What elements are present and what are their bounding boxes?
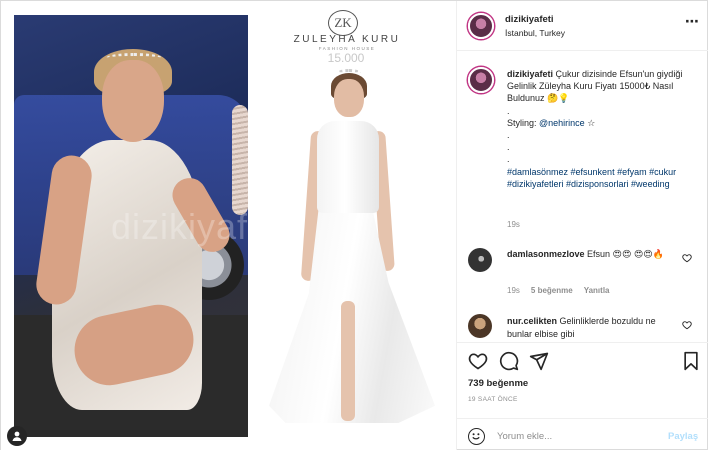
comment-likes[interactable]: 5 beğenme [531,286,573,295]
caption-dot: . [507,142,510,153]
caption-dot: . [507,130,510,141]
styling-mention-link[interactable]: @nehirince [539,118,585,128]
caption-username[interactable]: dizikiyafeti [507,69,553,79]
like-comment-heart-icon[interactable] [682,253,692,266]
hashtags[interactable]: #damlasönmez #efsunkent #efyam #cukur #d… [507,166,702,190]
styling-label: Styling: [507,117,537,128]
avatar[interactable] [468,248,492,272]
caption-timestamp: 19s [507,220,520,229]
like-comment-heart-icon[interactable] [682,320,692,333]
feather-prop [232,105,248,215]
star-icon: ☆ [587,117,596,128]
comment-text: Efsun 😍😍 😍😍🔥 [587,249,664,259]
avatar[interactable] [468,314,492,338]
model-top [317,121,379,213]
post-timestamp: 19 SAAT ÖNCE [468,396,518,403]
watermark: dizikiyafeti [111,206,290,247]
username-link[interactable]: dizikiyafeti [505,14,554,25]
comment-timestamp: 19s [507,286,520,295]
post-panel: dizikiyafeti İstanbul, Turkey ⋯ dizikiya… [456,1,708,450]
emoji-smile-icon[interactable] [468,428,485,445]
face [102,60,164,142]
comment-input[interactable] [497,427,657,445]
model-tiara [337,69,361,77]
avatar[interactable] [468,13,494,39]
price-label: 15.000 [327,51,365,65]
post-media[interactable]: ZK ZULEYHA KURU FASHION HOUSE 15.000 diz… [1,1,456,450]
comment-username[interactable]: damlasonmezlove [507,249,585,259]
post-comment-button[interactable]: Paylaş [668,431,698,442]
post-caption: dizikiyafeti Çukur dizisinde Efsun'un gi… [507,68,702,190]
styling-line: Styling: @nehirince ☆ [507,117,702,129]
post-actions: 739 beğenme 19 SAAT ÖNCE Paylaş [457,342,708,450]
brand-logo-icon: ZK [328,10,358,36]
post-header: dizikiyafeti İstanbul, Turkey ⋯ [457,1,708,51]
add-comment-bar: Paylaş [457,418,708,450]
caption-dot: . [507,154,510,165]
reply-button[interactable]: Yanıtla [584,286,610,295]
comments-section: dizikiyafeti Çukur dizisinde Efsun'un gi… [457,52,708,342]
comment-meta: 19s 5 beğenme Yanıtla [507,286,610,295]
comment: nur.celikten Gelinliklerde bozuldu ne bu… [507,315,677,340]
location-link[interactable]: İstanbul, Turkey [505,28,565,38]
like-heart-icon[interactable] [468,351,488,374]
likes-count[interactable]: 739 beğenme [468,378,528,389]
comment-bubble-icon[interactable] [499,351,519,374]
share-paper-plane-icon[interactable] [529,351,549,374]
avatar[interactable] [468,67,494,93]
brand-name: ZULEYHA KURU [293,34,401,45]
caption-dot: . [507,105,510,116]
model-head [334,79,364,117]
save-bookmark-icon[interactable] [682,351,700,374]
comment-username[interactable]: nur.celikten [507,316,557,326]
tagged-user-icon[interactable] [7,426,27,446]
tiara [106,53,162,63]
instagram-post: ZK ZULEYHA KURU FASHION HOUSE 15.000 diz… [0,0,708,450]
more-options-icon[interactable]: ⋯ [685,13,700,30]
model-leg [341,301,355,421]
brand-initials: ZK [334,15,352,30]
comment: damlasonmezlove Efsun 😍😍 😍😍🔥 [507,248,677,261]
